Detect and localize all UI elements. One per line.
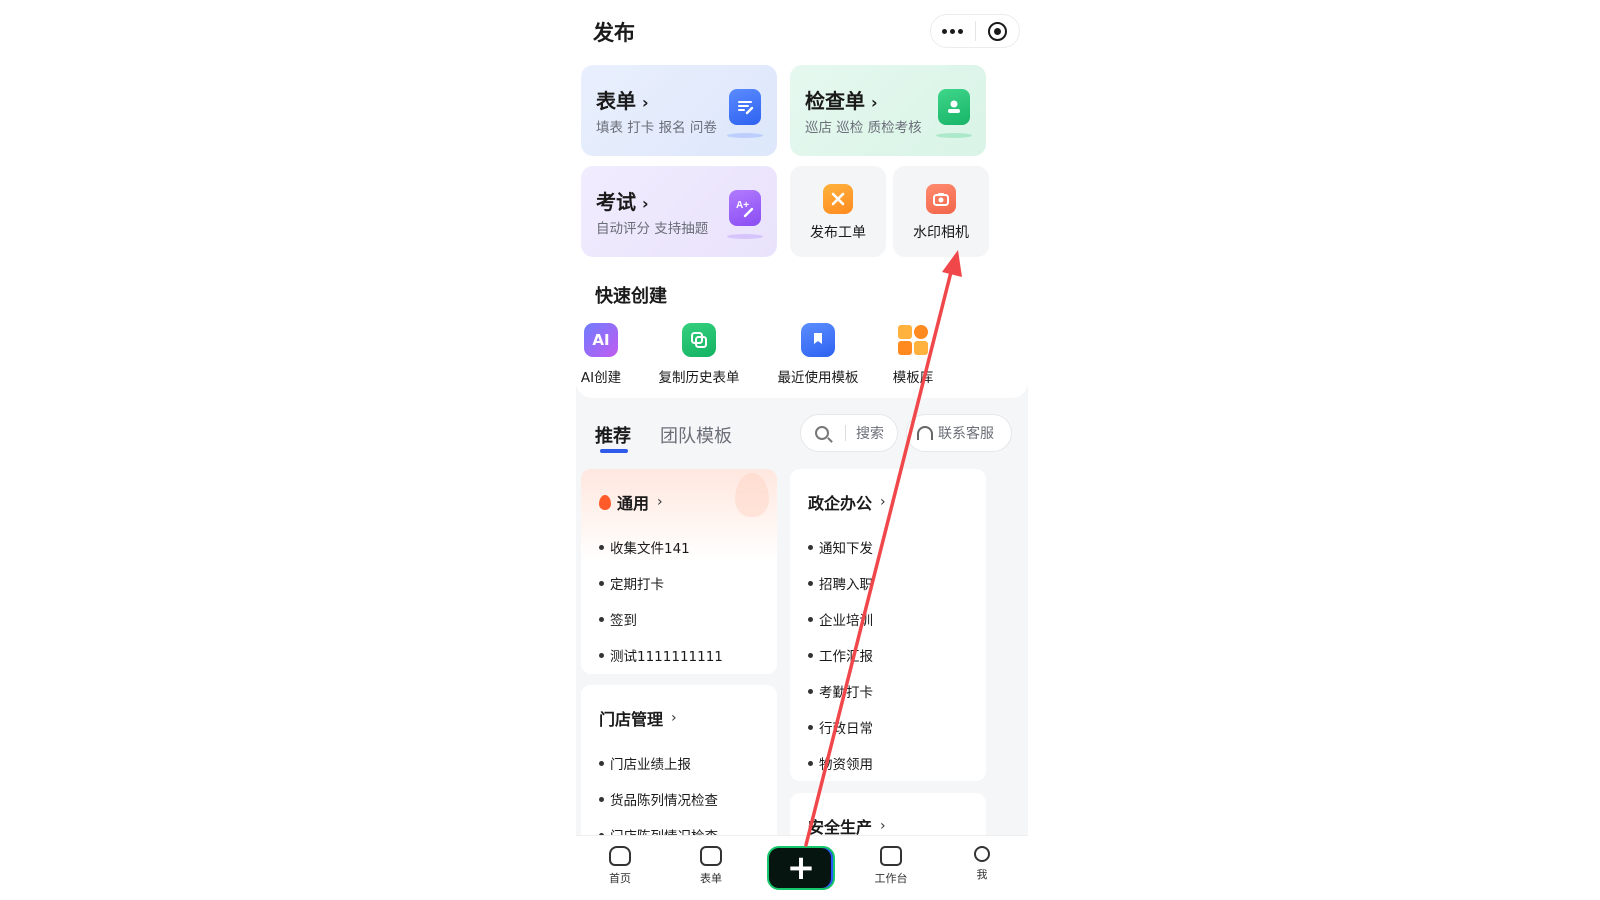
publish-plus-button[interactable]: + — [767, 846, 835, 890]
category-title: 通用 — [617, 494, 650, 513]
category-general[interactable]: 通用 › 收集文件141 定期打卡 签到 测试1111111111 — [581, 469, 777, 674]
nav-label: 表单 — [700, 872, 722, 885]
quick-item-label: 最近使用模板 — [777, 370, 859, 386]
chevron-right-icon: › — [642, 93, 649, 112]
list-item[interactable]: 考勤打卡 — [808, 673, 873, 709]
plus-icon: + — [786, 848, 816, 888]
list-item[interactable]: 通知下发 — [808, 529, 873, 565]
list-item[interactable]: 货品陈列情况检查 — [599, 781, 718, 817]
form-card[interactable]: 表单 › 填表 打卡 报名 问卷 — [581, 65, 777, 156]
chevron-right-icon: › — [880, 494, 886, 510]
headset-icon — [917, 426, 933, 440]
exam-card-subtitle: 自动评分 支持抽题 — [596, 221, 709, 237]
tab-team-templates[interactable]: 团队模板 — [660, 422, 732, 448]
search-label: 搜索 — [856, 426, 884, 442]
list-item[interactable]: 物资领用 — [808, 745, 873, 781]
checklist-card-title: 检查单 — [805, 89, 865, 113]
chevron-right-icon: › — [871, 93, 878, 112]
list-item[interactable]: 定期打卡 — [599, 565, 723, 601]
form-list-icon — [700, 846, 722, 866]
chevron-right-icon: › — [671, 710, 677, 726]
search-button[interactable]: 搜索 — [800, 414, 898, 452]
list-item[interactable]: 招聘入职 — [808, 565, 873, 601]
publish-panel: 发布 表单 › 填表 打卡 报名 问卷 检查单 › 巡店 巡检 质检考核 考试 › 自… — [576, 0, 1028, 398]
tools-icon — [823, 184, 853, 214]
person-icon — [974, 846, 990, 862]
chevron-right-icon: › — [880, 818, 886, 834]
tab-recommend[interactable]: 推荐 — [595, 422, 631, 448]
contact-service-button[interactable]: 联系客服 — [906, 414, 1012, 452]
category-list: 收集文件141 定期打卡 签到 测试1111111111 — [599, 529, 723, 673]
more-dots-icon — [942, 28, 964, 34]
watermark-camera-card[interactable]: 水印相机 — [893, 166, 989, 257]
flame-icon — [599, 494, 611, 510]
work-order-card[interactable]: 发布工单 — [790, 166, 886, 257]
home-icon — [609, 846, 631, 866]
nav-home[interactable]: 首页 — [595, 846, 645, 886]
checklist-person-icon — [938, 89, 970, 125]
list-item[interactable]: 收集文件141 — [599, 529, 723, 565]
target-icon — [987, 21, 1007, 41]
quick-item-label: 复制历史表单 — [658, 370, 740, 386]
quick-item-template-library[interactable]: 模板库 — [890, 323, 936, 386]
bookmark-icon — [801, 323, 835, 357]
ai-icon: AI — [584, 323, 618, 357]
quick-item-ai-create[interactable]: AI AI创建 — [578, 323, 624, 386]
watermark-camera-label: 水印相机 — [913, 225, 969, 241]
chevron-right-icon: › — [642, 194, 649, 213]
camera-icon — [926, 184, 956, 214]
svg-text:A+: A+ — [736, 200, 749, 211]
copy-icon — [682, 323, 716, 357]
nav-label: 首页 — [609, 872, 631, 885]
flame-decoration-icon — [735, 473, 769, 517]
quick-item-label: 模板库 — [892, 370, 934, 386]
list-item[interactable]: 工作汇报 — [808, 637, 873, 673]
list-item[interactable]: 行政日常 — [808, 709, 873, 745]
nav-label: 我 — [976, 868, 988, 881]
form-edit-icon — [729, 89, 761, 125]
exam-card[interactable]: 考试 › 自动评分 支持抽题 A+ — [581, 166, 777, 257]
list-item[interactable]: 签到 — [599, 601, 723, 637]
cube-icon — [880, 846, 902, 866]
template-library-icon — [896, 323, 930, 357]
phone-screen: 发布 表单 › 填表 打卡 报名 问卷 检查单 › 巡店 巡检 质检考核 考试 › 自… — [576, 0, 1028, 900]
tab-active-indicator — [600, 449, 628, 453]
nav-form[interactable]: 表单 — [686, 846, 736, 886]
nav-me[interactable]: 我 — [957, 846, 1007, 882]
miniprogram-capsule — [930, 14, 1020, 48]
form-card-subtitle: 填表 打卡 报名 问卷 — [596, 120, 717, 136]
list-item[interactable]: 门店业绩上报 — [599, 745, 718, 781]
list-item[interactable]: 企业培训 — [808, 601, 873, 637]
list-item[interactable]: 测试1111111111 — [599, 637, 723, 673]
checklist-card-subtitle: 巡店 巡检 质检考核 — [805, 120, 922, 136]
category-title: 政企办公 — [808, 494, 873, 513]
quick-item-label: AI创建 — [580, 370, 622, 386]
nav-workbench[interactable]: 工作台 — [866, 846, 916, 886]
more-button[interactable] — [931, 15, 975, 47]
form-card-title: 表单 — [596, 89, 636, 113]
contact-service-label: 联系客服 — [938, 426, 994, 442]
category-government-office[interactable]: 政企办公 › 通知下发 招聘入职 企业培训 工作汇报 考勤打卡 行政日常 物资领用 — [790, 469, 986, 781]
close-miniprogram-button[interactable] — [975, 15, 1019, 47]
chevron-right-icon: › — [657, 494, 663, 510]
exam-grade-icon: A+ — [729, 190, 761, 226]
nav-label: 工作台 — [874, 872, 908, 885]
quick-item-recent-templates[interactable]: 最近使用模板 — [775, 323, 861, 386]
quick-item-copy-history[interactable]: 复制历史表单 — [656, 323, 742, 386]
page-title: 发布 — [593, 21, 635, 45]
exam-card-title: 考试 — [596, 190, 636, 214]
search-icon — [815, 426, 829, 440]
category-title: 门店管理 — [599, 710, 664, 729]
work-order-label: 发布工单 — [810, 225, 866, 241]
quick-create-title: 快速创建 — [595, 286, 667, 307]
checklist-card[interactable]: 检查单 › 巡店 巡检 质检考核 — [790, 65, 986, 156]
category-list: 通知下发 招聘入职 企业培训 工作汇报 考勤打卡 行政日常 物资领用 — [808, 529, 873, 781]
